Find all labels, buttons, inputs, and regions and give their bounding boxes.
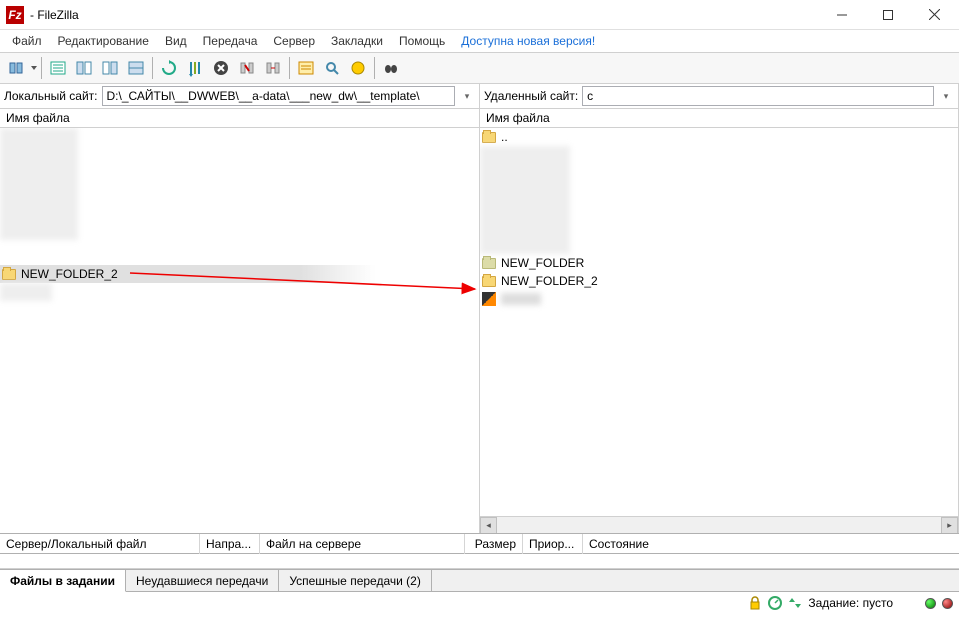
transfer-icon	[788, 596, 802, 610]
binoculars-button[interactable]	[379, 56, 403, 80]
refresh-button[interactable]	[157, 56, 181, 80]
menu-update[interactable]: Доступна новая версия!	[455, 32, 601, 50]
remote-header-filename[interactable]: Имя файла	[480, 109, 958, 128]
th-state[interactable]: Состояние	[583, 534, 959, 554]
filter-button[interactable]	[294, 56, 318, 80]
toggle-remote-tree-button[interactable]	[98, 56, 122, 80]
local-path-input[interactable]	[102, 86, 456, 106]
status-indicator-red	[942, 598, 953, 609]
menu-server[interactable]: Сервер	[267, 32, 321, 50]
disconnect-button[interactable]	[235, 56, 259, 80]
local-header-filename[interactable]: Имя файла	[0, 109, 479, 128]
local-panel: Имя файла NEW_FOLDER_2	[0, 109, 480, 533]
file-name: NEW_FOLDER_2	[21, 267, 118, 281]
list-item[interactable]: NEW_FOLDER_2	[480, 272, 958, 290]
horizontal-scrollbar[interactable]: ◂ ▸	[480, 516, 958, 533]
list-item[interactable]	[480, 290, 958, 308]
remote-site-label: Удаленный сайт:	[484, 89, 578, 103]
statusbar: Задание: пусто	[0, 592, 959, 614]
menu-help[interactable]: Помощь	[393, 32, 451, 50]
compare-button[interactable]	[346, 56, 370, 80]
status-indicator-green	[925, 598, 936, 609]
th-direction[interactable]: Напра...	[200, 534, 260, 554]
speed-limit-icon[interactable]	[768, 596, 782, 610]
file-name	[501, 293, 541, 305]
menubar: Файл Редактирование Вид Передача Сервер …	[0, 30, 959, 52]
transfer-queue-header: Сервер/Локальный файл Напра... Файл на с…	[0, 534, 959, 554]
menu-transfer[interactable]: Передача	[197, 32, 264, 50]
file-name: ..	[501, 130, 508, 144]
remote-file-list[interactable]: .. NEW_FOLDER NEW_FOLDER_2	[480, 128, 958, 516]
menu-edit[interactable]: Редактирование	[52, 32, 155, 50]
lock-icon[interactable]	[748, 596, 762, 610]
remote-path-input[interactable]	[582, 86, 934, 106]
scroll-right-button[interactable]: ▸	[941, 517, 958, 534]
th-priority[interactable]: Приор...	[523, 534, 583, 554]
queue-tabs: Файлы в задании Неудавшиеся передачи Усп…	[0, 569, 959, 592]
chevron-down-icon[interactable]: ▾	[938, 91, 954, 102]
menu-view[interactable]: Вид	[159, 32, 193, 50]
minimize-button[interactable]	[819, 0, 865, 30]
titlebar: Fz - FileZilla	[0, 0, 959, 30]
th-remote-file[interactable]: Файл на сервере	[260, 534, 465, 554]
toggle-local-tree-button[interactable]	[72, 56, 96, 80]
app-icon: Fz	[6, 6, 24, 24]
folder-icon	[482, 258, 496, 269]
tab-success[interactable]: Успешные передачи (2)	[279, 570, 432, 591]
tab-queued[interactable]: Файлы в задании	[0, 570, 126, 592]
file-panels: Имя файла NEW_FOLDER_2 Имя файла ..	[0, 109, 959, 534]
queue-status: Задание: пусто	[808, 596, 893, 610]
th-size[interactable]: Размер	[465, 534, 523, 554]
folder-icon	[2, 269, 16, 280]
file-name: NEW_FOLDER_2	[501, 274, 598, 288]
toggle-log-button[interactable]	[46, 56, 70, 80]
local-site-label: Локальный сайт:	[4, 89, 98, 103]
toolbar	[0, 52, 959, 84]
folder-icon	[482, 132, 496, 143]
remote-panel: Имя файла .. NEW_FOLDER NEW_FOLDER_2	[480, 109, 959, 533]
list-item[interactable]: ..	[480, 128, 958, 146]
folder-icon	[482, 276, 496, 287]
list-item[interactable]: NEW_FOLDER	[480, 254, 958, 272]
site-manager-button[interactable]	[5, 56, 29, 80]
search-button[interactable]	[320, 56, 344, 80]
transfer-queue-body[interactable]	[0, 554, 959, 569]
file-name: NEW_FOLDER	[501, 256, 584, 270]
chevron-down-icon[interactable]: ▾	[459, 91, 475, 102]
local-file-list[interactable]: NEW_FOLDER_2	[0, 128, 479, 533]
reconnect-button[interactable]	[261, 56, 285, 80]
path-row: Локальный сайт: ▾ Удаленный сайт: ▾	[0, 84, 959, 109]
list-item[interactable]: NEW_FOLDER_2	[0, 265, 375, 283]
file-icon	[482, 292, 496, 306]
dropdown-icon[interactable]	[30, 59, 38, 77]
cancel-button[interactable]	[209, 56, 233, 80]
close-button[interactable]	[911, 0, 957, 30]
tab-failed[interactable]: Неудавшиеся передачи	[126, 570, 279, 591]
menu-file[interactable]: Файл	[6, 32, 48, 50]
th-server-file[interactable]: Сервер/Локальный файл	[0, 534, 200, 554]
toggle-queue-button[interactable]	[124, 56, 148, 80]
menu-bookmarks[interactable]: Закладки	[325, 32, 389, 50]
process-queue-button[interactable]	[183, 56, 207, 80]
maximize-button[interactable]	[865, 0, 911, 30]
scroll-left-button[interactable]: ◂	[480, 517, 497, 534]
window-title: - FileZilla	[30, 8, 79, 22]
